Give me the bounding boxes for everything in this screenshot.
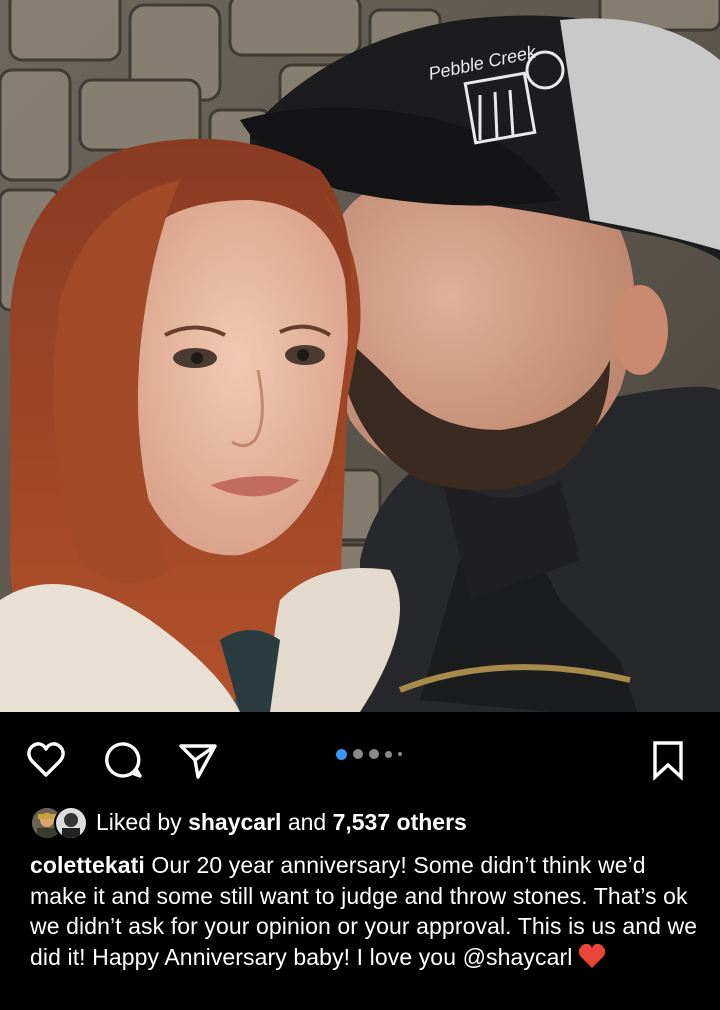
carousel-indicator [336,748,402,760]
carousel-dot [353,749,363,759]
likes-others-link[interactable]: 7,537 others [333,809,467,835]
avatar [54,806,88,840]
paper-plane-icon[interactable] [176,738,220,782]
likes-prefix: Liked by [96,808,182,835]
carousel-dot [369,749,379,759]
instagram-post: Pebble Creek Liked by shaycarl and 7,537… [0,0,720,1010]
caption-username-link[interactable]: colettekati [30,852,145,878]
carousel-dot [398,752,402,756]
comment-bubble-icon[interactable] [102,738,146,782]
red-heart-emoji-icon [578,943,606,977]
likes-row: Liked by shaycarl and 7,537 others [30,802,467,842]
likes-summary: Liked by shaycarl and 7,537 others [96,809,467,836]
carousel-dot-active [336,748,347,760]
likes-conjunction: and [287,808,327,835]
post-caption: colettekati Our 20 year anniversary! Som… [30,850,698,976]
liker-avatars[interactable] [30,804,92,840]
heart-outline-icon[interactable] [24,738,68,782]
liker-username-link[interactable]: shaycarl [188,809,281,835]
bookmark-icon[interactable] [646,738,690,782]
post-photo[interactable]: Pebble Creek [0,0,720,712]
carousel-dot [385,750,392,758]
